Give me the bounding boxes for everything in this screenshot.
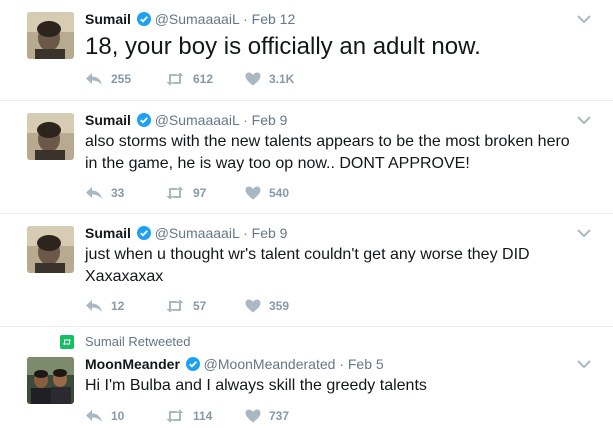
chevron-down-icon[interactable] <box>577 228 591 238</box>
separator: · <box>243 11 248 27</box>
tweet-actions: 33 97 540 <box>85 186 325 200</box>
reply-icon <box>86 300 102 312</box>
like-button[interactable]: 737 <box>245 409 325 423</box>
like-button[interactable]: 540 <box>245 186 325 200</box>
like-button[interactable]: 3.1K <box>245 72 325 86</box>
tweet-timestamp[interactable]: Feb 12 <box>252 11 296 27</box>
tweet-timestamp[interactable]: Feb 9 <box>252 225 288 241</box>
retweet-button[interactable]: 114 <box>165 409 245 423</box>
retweet-icon <box>60 334 74 349</box>
retweet-count: 57 <box>193 299 207 313</box>
retweet-button[interactable]: 612 <box>165 72 245 86</box>
like-count: 540 <box>269 186 290 200</box>
retweet-context-label: Sumail Retweeted <box>85 334 191 349</box>
reply-icon <box>86 73 102 85</box>
display-name[interactable]: Sumail <box>85 11 131 27</box>
reply-button[interactable]: 10 <box>85 409 165 423</box>
avatar[interactable] <box>27 113 74 160</box>
retweet-count: 612 <box>193 72 214 86</box>
retweet-context[interactable]: Sumail Retweeted <box>60 334 191 349</box>
chevron-down-icon[interactable] <box>577 359 591 369</box>
chevron-down-icon[interactable] <box>577 115 591 125</box>
chevron-down-icon[interactable] <box>577 14 591 24</box>
tweet[interactable]: Sumail @SumaaaaiL · Feb 9 also storms wi… <box>0 101 613 214</box>
separator: · <box>339 356 344 372</box>
like-count: 3.1K <box>269 72 295 86</box>
retweet-button[interactable]: 97 <box>165 186 245 200</box>
tweet-header: Sumail @SumaaaaiL · Feb 9 <box>85 111 573 129</box>
tweet-text: also storms with the new talents appears… <box>85 133 570 172</box>
username[interactable]: @SumaaaaiL <box>155 225 240 241</box>
display-name[interactable]: Sumail <box>85 225 131 241</box>
reply-icon <box>86 410 102 422</box>
tweet-actions: 10 114 737 <box>85 409 325 423</box>
tweet-actions: 12 57 359 <box>85 299 325 313</box>
tweet[interactable]: Sumail @SumaaaaiL · Feb 9 just when u th… <box>0 214 613 327</box>
retweet-icon <box>166 186 184 200</box>
retweet-icon <box>166 409 184 423</box>
verified-badge-icon <box>185 357 200 371</box>
retweet-button[interactable]: 57 <box>165 299 245 313</box>
reply-count: 10 <box>111 409 125 423</box>
separator: · <box>243 225 248 241</box>
heart-icon <box>245 299 261 313</box>
tweet-text: just when u thought wr's talent couldn't… <box>85 246 530 285</box>
reply-icon <box>86 187 102 199</box>
verified-badge-icon <box>136 113 151 127</box>
retweet-icon <box>166 299 184 313</box>
like-button[interactable]: 359 <box>245 299 325 313</box>
retweet-count: 114 <box>193 409 213 423</box>
verified-badge-icon <box>136 12 151 26</box>
username[interactable]: @SumaaaaiL <box>155 11 240 27</box>
separator: · <box>243 112 248 128</box>
reply-count: 12 <box>111 299 125 313</box>
retweet-count: 97 <box>193 186 207 200</box>
tweet-header: Sumail @SumaaaaiL · Feb 12 <box>85 10 573 28</box>
username[interactable]: @SumaaaaiL <box>155 112 240 128</box>
reply-button[interactable]: 255 <box>85 72 165 86</box>
tweet-text: 18, your boy is officially an adult now. <box>85 33 481 60</box>
reply-button[interactable]: 33 <box>85 186 165 200</box>
retweet-icon <box>166 72 184 86</box>
tweet-text: Hi I'm Bulba and I always skill the gree… <box>85 377 427 394</box>
heart-icon <box>245 186 261 200</box>
verified-badge-icon <box>136 226 151 240</box>
heart-icon <box>245 409 261 423</box>
reply-count: 33 <box>111 186 125 200</box>
tweet[interactable]: Sumail Retweeted MoonMeander @MoonMeande… <box>0 327 613 428</box>
username[interactable]: @MoonMeanderated <box>204 356 336 372</box>
avatar[interactable] <box>27 12 74 59</box>
tweet-header: MoonMeander @MoonMeanderated · Feb 5 <box>85 355 573 373</box>
reply-count: 255 <box>111 72 132 86</box>
display-name[interactable]: MoonMeander <box>85 356 180 372</box>
tweet-actions: 255 612 3.1K <box>85 72 325 86</box>
tweet-timestamp[interactable]: Feb 5 <box>348 356 384 372</box>
avatar[interactable] <box>27 357 74 404</box>
like-count: 359 <box>269 299 290 313</box>
like-count: 737 <box>269 409 290 423</box>
display-name[interactable]: Sumail <box>85 112 131 128</box>
heart-icon <box>245 72 261 86</box>
tweet-header: Sumail @SumaaaaiL · Feb 9 <box>85 224 573 242</box>
tweet[interactable]: Sumail @SumaaaaiL · Feb 12 18, your boy … <box>0 0 613 101</box>
avatar[interactable] <box>27 226 74 273</box>
tweet-timestamp[interactable]: Feb 9 <box>252 112 288 128</box>
reply-button[interactable]: 12 <box>85 299 165 313</box>
